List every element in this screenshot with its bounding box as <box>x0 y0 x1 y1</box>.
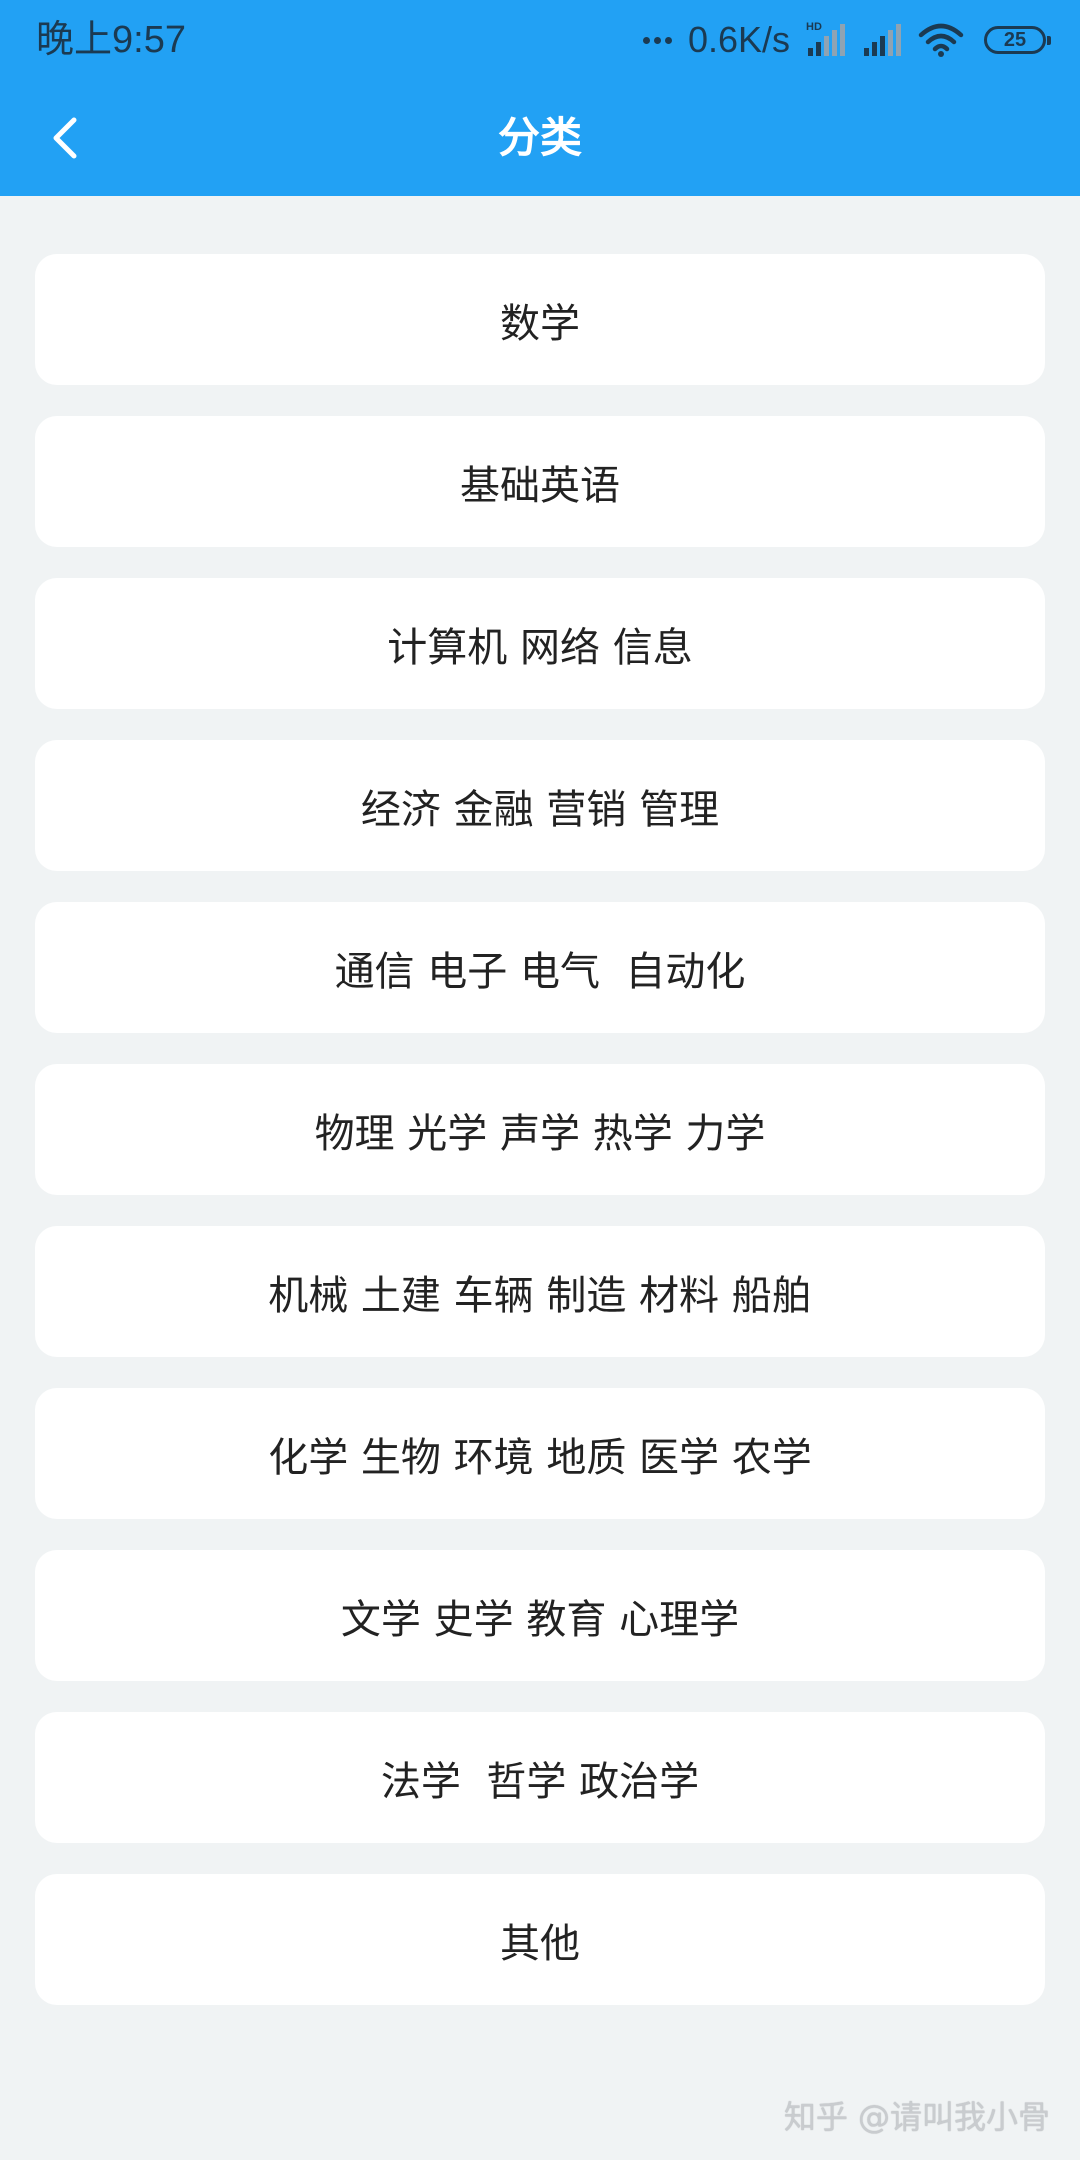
category-item-other[interactable]: 其他 <box>35 1874 1045 2005</box>
cell-signal-hd-icon: HD <box>806 21 845 56</box>
status-time: 晚上9:57 <box>36 19 186 61</box>
battery-icon: 25 <box>984 26 1051 54</box>
nav-bar: 分类 <box>0 80 1080 196</box>
category-item-law[interactable]: 法学 哲学 政治学 <box>35 1712 1045 1843</box>
status-bar: 晚上9:57 0.6K/s HD 25 <box>0 0 1080 80</box>
category-list: 数学 基础英语 计算机 网络 信息 经济 金融 营销 管理 通信 电子 电气 自… <box>35 254 1045 2036</box>
category-item-math[interactable]: 数学 <box>35 254 1045 385</box>
page-title: 分类 <box>497 113 582 162</box>
category-item-science[interactable]: 化学 生物 环境 地质 医学 农学 <box>35 1388 1045 1519</box>
category-item-english[interactable]: 基础英语 <box>35 416 1045 547</box>
category-item-economics[interactable]: 经济 金融 营销 管理 <box>35 740 1045 871</box>
category-item-computer[interactable]: 计算机 网络 信息 <box>35 578 1045 709</box>
category-item-engineering[interactable]: 机械 土建 车辆 制造 材料 船舶 <box>35 1226 1045 1357</box>
category-item-physics[interactable]: 物理 光学 声学 热学 力学 <box>35 1064 1045 1195</box>
hd-label: HD <box>806 21 822 33</box>
battery-level: 25 <box>1003 28 1027 51</box>
app-header: 晚上9:57 0.6K/s HD 25 分类 <box>0 0 1080 196</box>
more-dots-icon <box>642 36 672 44</box>
status-icons: 0.6K/s HD 25 <box>642 14 1051 66</box>
category-item-electronics[interactable]: 通信 电子 电气 自动化 <box>35 902 1045 1033</box>
watermark: 知乎 @请叫我小骨 <box>783 2098 1050 2136</box>
network-speed: 0.6K/s <box>687 19 790 60</box>
cell-signal-icon <box>864 24 901 56</box>
wifi-icon <box>918 23 964 57</box>
category-item-humanities[interactable]: 文学 史学 教育 心理学 <box>35 1550 1045 1681</box>
